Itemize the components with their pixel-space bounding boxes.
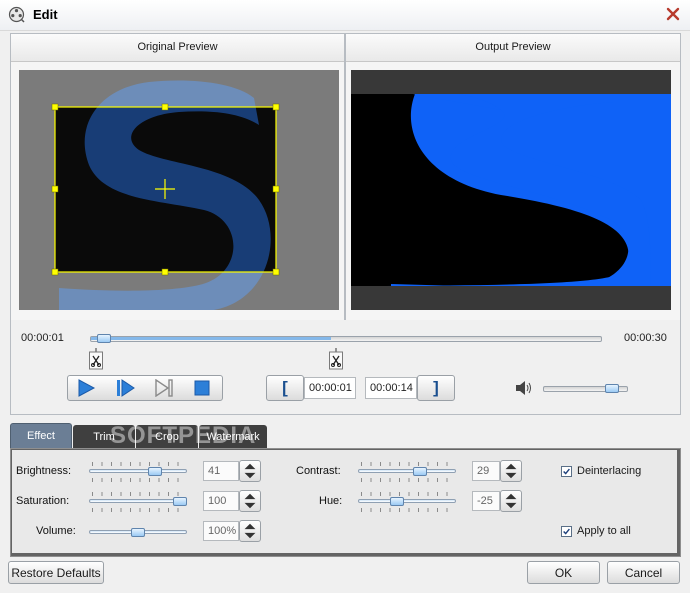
tab-effect[interactable]: Effect [10,423,72,449]
stop-icon[interactable] [193,379,211,397]
set-end-button[interactable]: ] [417,375,455,401]
hue-spinner-icon[interactable] [500,490,522,512]
volume-field[interactable]: 100% [203,521,239,541]
hue-slider[interactable] [358,499,456,503]
saturation-ticks-bottom [92,508,187,512]
original-video-frame[interactable] [19,70,339,310]
contrast-thumb[interactable] [412,467,427,476]
trim-end-marker-icon[interactable] [329,348,343,370]
brightness-ticks-bottom [92,478,187,482]
watermark-overlay: SOFTPEDIA [110,422,257,449]
contrast-ticks-bottom [361,478,456,482]
contrast-field[interactable]: 29 [472,461,500,481]
volume-label: Volume: [36,525,76,537]
hue-field[interactable]: -25 [472,491,500,511]
trim-start-field[interactable]: 00:00:01 [304,377,356,399]
output-preview-label: Output Preview [346,34,680,62]
deinterlacing-label: Deinterlacing [577,465,642,477]
output-video-frame [351,70,671,310]
volume-spinner-icon[interactable] [239,520,261,542]
play-icon[interactable] [76,379,96,397]
timeline-progress [91,337,331,340]
saturation-label: Saturation: [16,495,70,507]
contrast-ticks [361,462,456,466]
saturation-thumb[interactable] [173,497,187,506]
saturation-field[interactable]: 100 [203,491,239,511]
current-time: 00:00:01 [21,332,64,344]
speaker-icon[interactable] [515,380,533,396]
trim-start-marker-icon[interactable] [89,348,103,370]
brightness-thumb[interactable] [147,467,162,476]
brightness-field[interactable]: 41 [203,461,239,481]
playback-volume-thumb[interactable] [605,384,620,393]
end-time: 00:00:30 [624,332,667,344]
brightness-label: Brightness: [16,465,72,477]
cancel-button[interactable]: Cancel [607,561,680,584]
hue-label: Hue: [319,495,343,507]
trim-end-field[interactable]: 00:00:14 [365,377,417,399]
contrast-slider[interactable] [358,469,456,473]
volume-thumb[interactable] [131,528,145,537]
brightness-ticks [92,462,187,466]
apply-to-all-label: Apply to all [577,525,631,537]
brightness-spinner-icon[interactable] [239,460,261,482]
skip-to-end-icon[interactable] [154,379,174,397]
right-bracket-icon: ] [433,378,439,397]
hue-thumb[interactable] [389,497,404,506]
left-bracket-icon: [ [282,378,288,397]
timeline-thumb[interactable] [97,334,111,343]
film-reel-icon [8,6,25,23]
hue-ticks [361,492,456,496]
restore-defaults-button[interactable]: Restore Defaults [8,561,104,584]
brightness-slider[interactable] [89,469,187,473]
saturation-spinner-icon[interactable] [239,490,261,512]
apply-to-all-checkbox[interactable] [561,526,572,537]
set-start-button[interactable]: [ [266,375,304,401]
next-frame-icon[interactable] [115,379,135,397]
close-icon[interactable] [664,5,682,23]
ok-button[interactable]: OK [527,561,600,584]
saturation-ticks [92,492,187,496]
original-preview-label: Original Preview [11,34,344,62]
title-bar [0,0,690,31]
window-title: Edit [33,7,58,22]
deinterlacing-checkbox[interactable] [561,466,572,477]
hue-ticks-bottom [361,508,456,512]
contrast-label: Contrast: [296,465,341,477]
contrast-spinner-icon[interactable] [500,460,522,482]
